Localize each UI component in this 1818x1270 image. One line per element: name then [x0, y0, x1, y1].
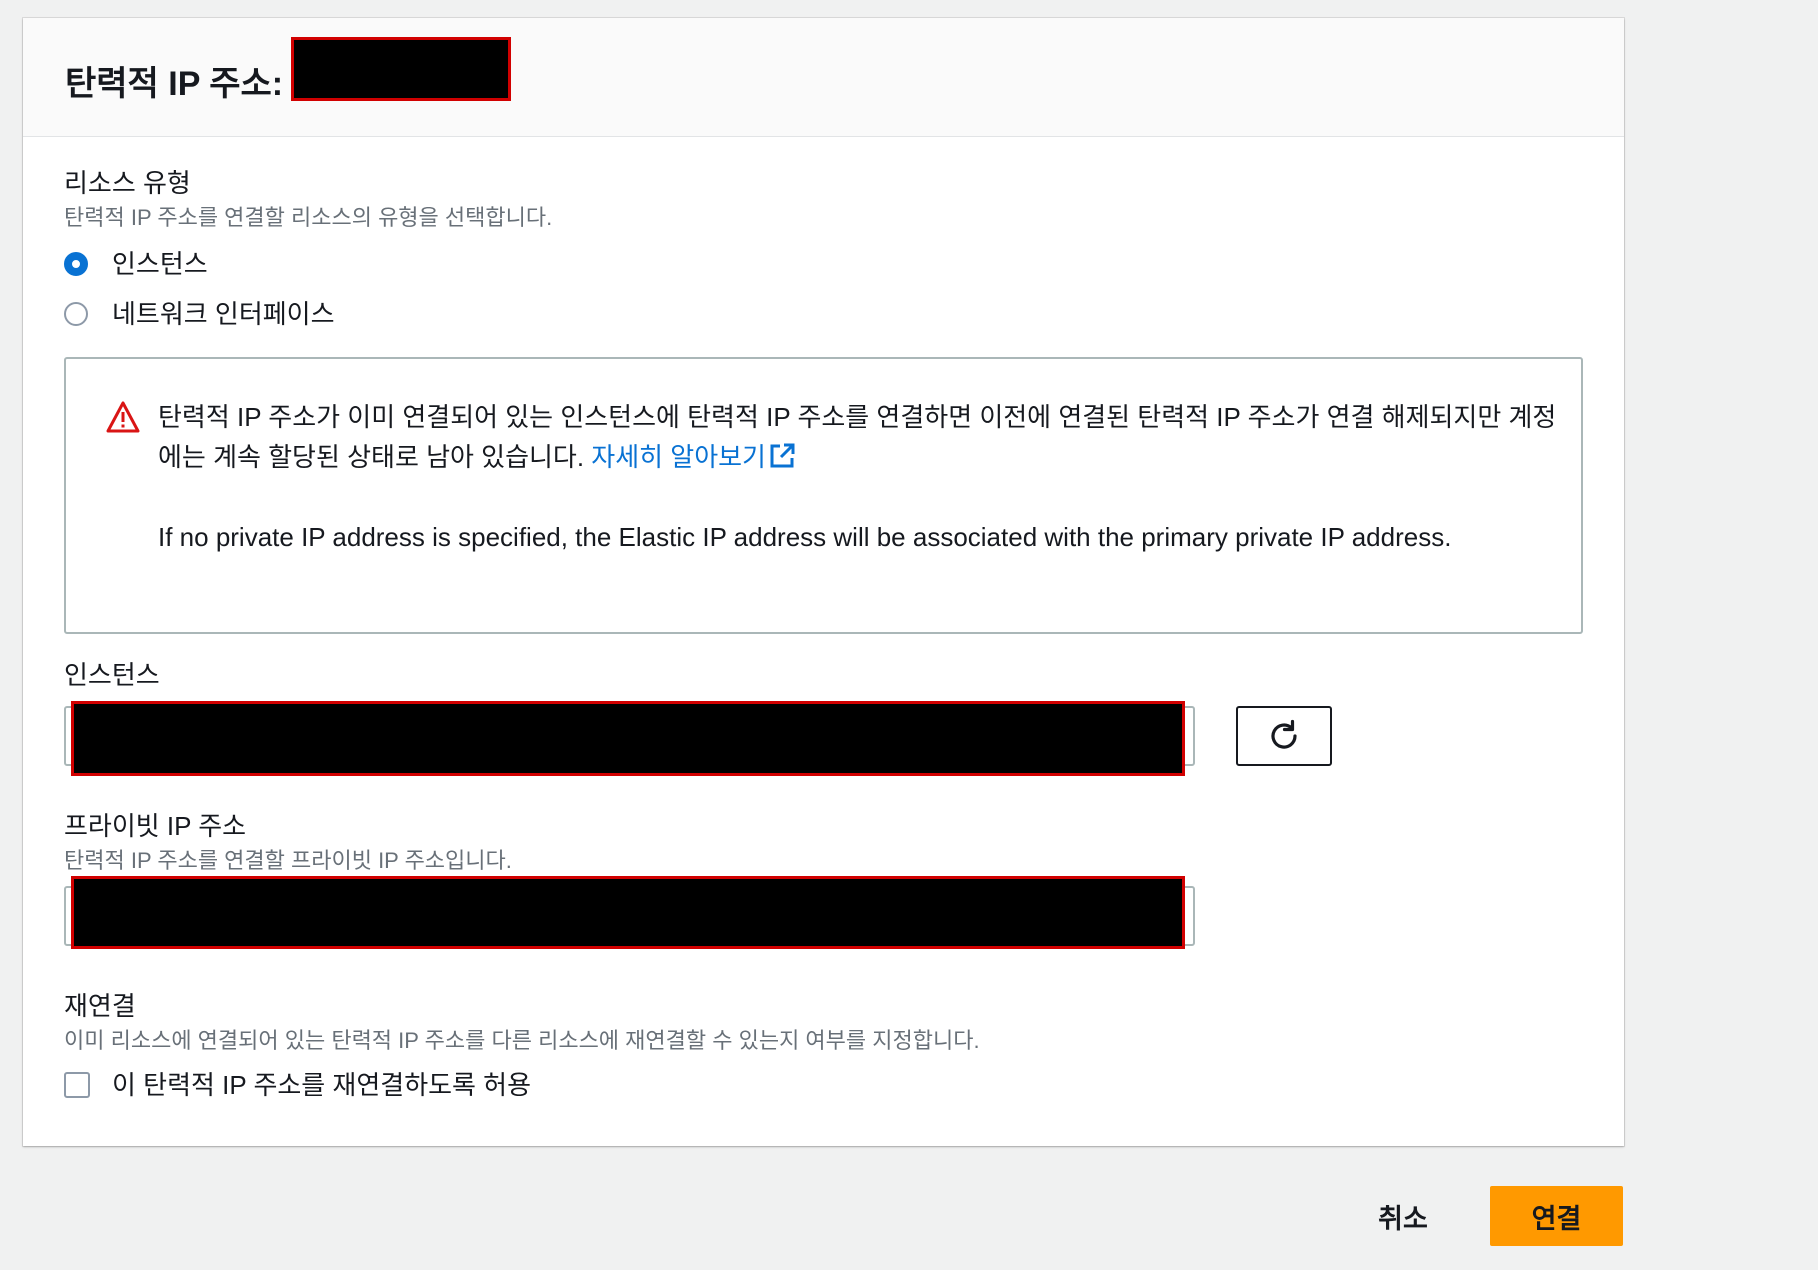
alert-message: 탄력적 IP 주소가 이미 연결되어 있는 인스턴스에 탄력적 IP 주소를 연… — [158, 402, 1557, 472]
refresh-icon — [1271, 719, 1297, 749]
reassociate-description: 이미 리소스에 연결되어 있는 탄력적 IP 주소를 다른 리소스에 재연결할 … — [64, 1028, 980, 1053]
refresh-instances-button[interactable] — [1236, 706, 1332, 766]
alert-paragraph-2: If no private IP address is specified, t… — [158, 522, 1452, 552]
resource-type-description: 탄력적 IP 주소를 연결할 리소스의 유형을 선택합니다. — [64, 205, 553, 230]
allow-reassociation-option[interactable]: 이 탄력적 IP 주소를 재연결하도록 허용 — [64, 1068, 531, 1102]
reassociate-label: 재연결 — [64, 991, 136, 1021]
private-ip-description: 탄력적 IP 주소를 연결할 프라이빗 IP 주소입니다. — [64, 848, 512, 873]
alert-content: 탄력적 IP 주소가 이미 연결되어 있는 인스턴스에 탄력적 IP 주소를 연… — [158, 397, 1558, 557]
page-title: 탄력적 IP 주소: — [65, 65, 284, 103]
warning-alert: 탄력적 IP 주소가 이미 연결되어 있는 인스턴스에 탄력적 IP 주소를 연… — [64, 357, 1583, 634]
radio-button-instance[interactable] — [64, 252, 88, 276]
cancel-button[interactable]: 취소 — [1356, 1186, 1450, 1246]
radio-option-network-interface[interactable]: 네트워크 인터페이스 — [64, 297, 335, 331]
allow-reassociation-checkbox[interactable] — [64, 1072, 90, 1098]
resource-type-label: 리소스 유형 — [64, 168, 191, 198]
allow-reassociation-label: 이 탄력적 IP 주소를 재연결하도록 허용 — [112, 1070, 532, 1100]
learn-more-link-label: 자세히 알아보기 — [591, 442, 766, 472]
associate-button[interactable]: 연결 — [1490, 1186, 1623, 1246]
redacted-private-ip-value — [71, 876, 1185, 949]
external-link-icon — [770, 443, 795, 468]
radio-label-network-interface: 네트워크 인터페이스 — [112, 299, 335, 329]
radio-button-network-interface[interactable] — [64, 302, 88, 326]
redacted-eip-address — [291, 37, 511, 101]
panel-header: 탄력적 IP 주소: — [23, 18, 1624, 137]
warning-triangle-icon — [106, 401, 140, 433]
radio-option-instance[interactable]: 인스턴스 — [64, 247, 208, 281]
instance-label: 인스턴스 — [64, 660, 160, 690]
redacted-instance-value — [71, 701, 1185, 776]
private-ip-label: 프라이빗 IP 주소 — [64, 811, 247, 841]
associate-eip-panel: 탄력적 IP 주소: 리소스 유형 탄력적 IP 주소를 연결할 리소스의 유형… — [23, 18, 1624, 1146]
learn-more-link[interactable]: 자세히 알아보기 — [591, 442, 796, 472]
alert-paragraph-1: 탄력적 IP 주소가 이미 연결되어 있는 인스턴스에 탄력적 IP 주소를 연… — [158, 397, 1558, 477]
radio-label-instance: 인스턴스 — [112, 249, 208, 279]
